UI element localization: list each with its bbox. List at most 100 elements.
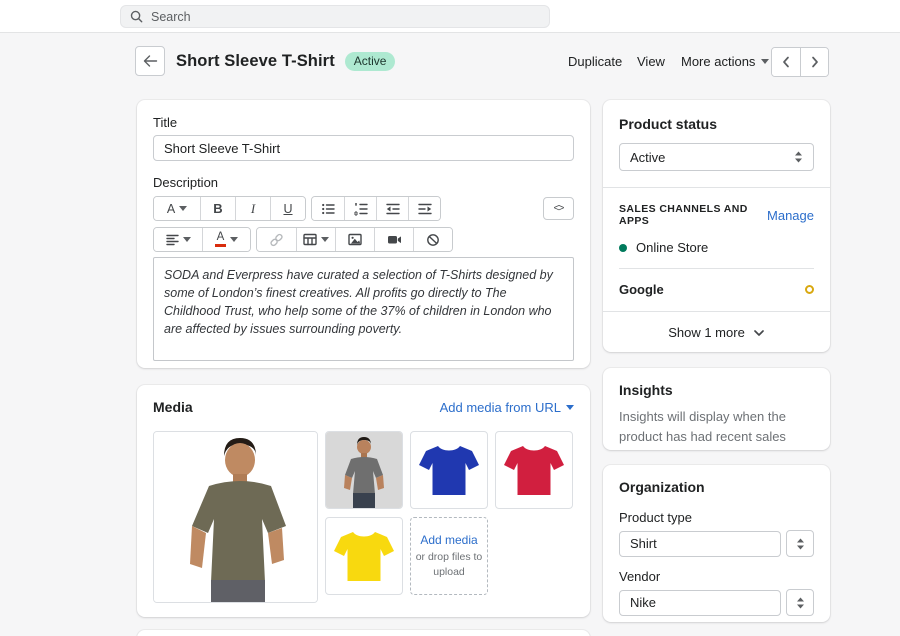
product-status-section: Product status Active <box>603 100 830 187</box>
more-actions-button[interactable]: More actions <box>681 54 769 69</box>
bold-button[interactable]: B <box>200 197 235 220</box>
title-field-label: Title <box>153 115 574 130</box>
underline-button[interactable]: U <box>270 197 305 220</box>
caret-down-icon <box>566 405 574 410</box>
outdent-button[interactable] <box>376 197 408 220</box>
add-media-from-url-button[interactable]: Add media from URL <box>440 400 574 415</box>
insert-image-button[interactable] <box>335 228 374 251</box>
text-color-icon: A <box>215 232 226 248</box>
vendor-picker-button[interactable] <box>786 589 814 616</box>
description-editor[interactable]: SODA and Everpress have curated a select… <box>153 257 574 361</box>
insert-link-button[interactable] <box>257 228 296 251</box>
next-product-button[interactable] <box>800 48 828 76</box>
image-icon <box>348 233 362 246</box>
model-photo-small <box>326 432 402 508</box>
vendor-input[interactable] <box>619 590 781 616</box>
vendor-field-row <box>619 589 814 616</box>
product-photo-thumb[interactable] <box>325 431 403 509</box>
show-more-label: Show 1 more <box>668 325 745 340</box>
search-placeholder: Search <box>151 10 191 24</box>
product-type-picker-button[interactable] <box>786 530 814 557</box>
clear-formatting-button[interactable] <box>413 228 452 251</box>
show-html-button[interactable]: <> <box>543 197 574 220</box>
editor-toolbar-row-2: A <box>153 227 574 252</box>
insights-card: Insights Insights will display when the … <box>603 368 830 450</box>
online-store-label: Online Store <box>636 240 708 255</box>
model-photo-large <box>154 432 317 602</box>
media-heading: Media <box>153 399 193 415</box>
link-icon <box>269 233 284 247</box>
media-card: Media Add media from URL <box>137 385 590 617</box>
numbered-list-button[interactable] <box>344 197 376 220</box>
caret-down-icon <box>179 206 187 211</box>
back-button[interactable] <box>135 46 165 76</box>
product-type-field-row <box>619 530 814 557</box>
chevron-right-icon <box>811 56 819 68</box>
vendor-label: Vendor <box>619 569 814 584</box>
red-tshirt-thumb[interactable] <box>495 431 573 509</box>
product-status-select[interactable]: Active <box>619 143 814 171</box>
table-icon <box>303 233 317 246</box>
view-button[interactable]: View <box>637 54 665 69</box>
product-status-heading: Product status <box>619 116 814 132</box>
online-store-status-dot-icon <box>619 244 627 252</box>
select-updown-icon <box>794 151 803 163</box>
channel-online-store: Online Store <box>619 240 814 255</box>
add-media-button[interactable]: Add media <box>420 533 477 547</box>
text-format-group: A B I U <box>153 196 306 221</box>
product-type-input[interactable] <box>619 531 781 557</box>
select-updown-icon <box>796 597 805 609</box>
insert-group <box>256 227 453 252</box>
product-type-label: Product type <box>619 510 814 525</box>
page-title: Short Sleeve T-Shirt <box>176 52 335 71</box>
indent-button[interactable] <box>408 197 440 220</box>
page-title-row: Short Sleeve T-Shirt Active <box>176 48 395 75</box>
numbered-list-icon <box>354 202 368 216</box>
media-thumbnails: Add media or drop files to upload <box>325 431 573 603</box>
sales-channels-header: SALES CHANNELS AND APPS Manage <box>619 203 814 227</box>
product-details-card: Title Description A B I U <box>137 100 590 368</box>
previous-product-button[interactable] <box>772 48 800 76</box>
product-status-value: Active <box>630 150 665 165</box>
caret-down-icon <box>230 237 238 242</box>
text-style-button[interactable]: A <box>154 197 200 220</box>
manage-channels-link[interactable]: Manage <box>767 208 814 223</box>
caret-down-icon <box>761 59 769 64</box>
add-media-dropzone[interactable]: Add media or drop files to upload <box>410 517 488 595</box>
insert-table-button[interactable] <box>296 228 335 251</box>
bulleted-list-icon <box>321 202 335 216</box>
media-header: Media Add media from URL <box>153 399 574 415</box>
align-left-icon <box>166 234 179 246</box>
bulleted-list-button[interactable] <box>312 197 344 220</box>
sales-channels-section: SALES CHANNELS AND APPS Manage Online St… <box>603 187 830 311</box>
title-input[interactable] <box>153 135 574 161</box>
pagination <box>771 47 829 77</box>
list-indent-group <box>311 196 441 221</box>
status-badge: Active <box>345 52 396 71</box>
shopify-product-admin: Search Short Sleeve T-Shirt Active Dupli… <box>0 0 900 636</box>
drop-files-hint: or drop files to upload <box>415 550 483 578</box>
search-input[interactable]: Search <box>120 5 550 28</box>
organization-heading: Organization <box>619 479 814 495</box>
more-actions-label: More actions <box>681 54 755 69</box>
outdent-icon <box>386 202 400 216</box>
chevron-down-icon <box>753 329 765 337</box>
insert-video-button[interactable] <box>374 228 413 251</box>
alignment-button[interactable] <box>154 228 202 251</box>
yellow-tshirt-thumb[interactable] <box>325 517 403 595</box>
blue-tshirt-thumb[interactable] <box>410 431 488 509</box>
show-more-channels-button[interactable]: Show 1 more <box>603 311 830 353</box>
chevron-left-icon <box>782 56 790 68</box>
search-icon <box>130 10 143 23</box>
caret-down-icon <box>183 237 191 242</box>
clear-formatting-icon <box>426 233 440 247</box>
red-tshirt-image <box>502 438 566 502</box>
top-bar: Search <box>0 0 900 33</box>
product-photo-main[interactable] <box>153 431 318 603</box>
duplicate-button[interactable]: Duplicate <box>568 54 622 69</box>
italic-button[interactable]: I <box>235 197 270 220</box>
next-card-partial <box>137 630 590 636</box>
channel-divider <box>619 268 814 269</box>
text-color-button[interactable]: A <box>202 228 250 251</box>
video-icon <box>387 233 402 246</box>
